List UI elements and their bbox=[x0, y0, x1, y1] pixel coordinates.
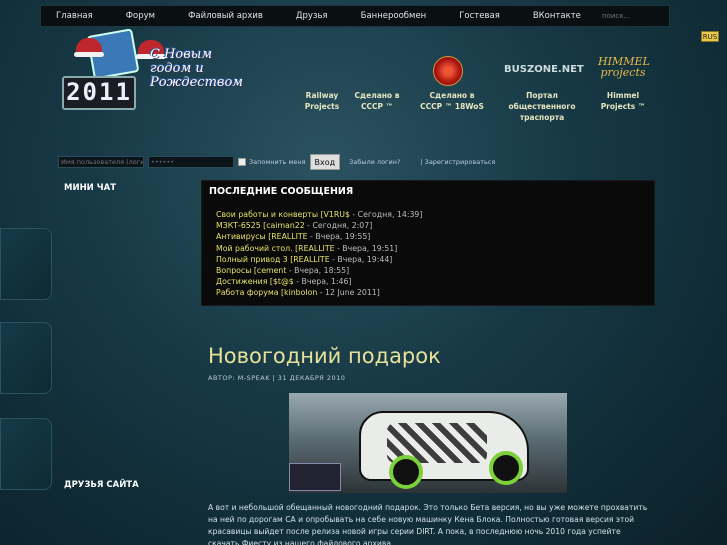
search-input[interactable] bbox=[599, 9, 661, 23]
message-time: - Вчера, 19:51] bbox=[334, 243, 398, 253]
message-author-link[interactable]: [REALLITE bbox=[295, 244, 334, 253]
message-author-link[interactable]: [REALLITE bbox=[290, 255, 329, 264]
partner-label: Сделано в СССР ™ 18WoS bbox=[420, 91, 484, 111]
message-topic-link[interactable]: Полный привод 3 bbox=[216, 255, 288, 264]
message-time: - 12 June 2011] bbox=[317, 288, 380, 298]
search-wrap bbox=[599, 9, 661, 23]
message-time: - Сегодня, 14:39] bbox=[349, 210, 423, 219]
nav-home[interactable]: Главная bbox=[56, 11, 93, 21]
register-link[interactable]: | Зарегистрироваться bbox=[420, 158, 495, 166]
message-time: - Вчера, 18:55] bbox=[286, 265, 350, 275]
article-meta: АВТОР: M-SPEAK | 31 ДЕКАБРЯ 2010 bbox=[208, 374, 346, 382]
article-title[interactable]: Новогодний подарок bbox=[208, 344, 441, 368]
partner-made-in-ussr[interactable]: Сделано в СССР ™ bbox=[350, 90, 404, 112]
list-item: Достижения [$t@$ - Вчера, 1:46] bbox=[216, 276, 646, 287]
list-item: МЗКТ-6525 [caiman22 - Сегодня, 2:07] bbox=[216, 220, 646, 231]
password-input[interactable] bbox=[148, 156, 234, 168]
message-topic-link[interactable]: Достижения bbox=[216, 277, 267, 286]
message-topic-link[interactable]: Работа форума bbox=[216, 288, 279, 297]
message-topic-link[interactable]: Антивирусы bbox=[216, 232, 266, 241]
message-time: - Вчера, 1:46] bbox=[293, 277, 352, 287]
partner-links: Railway Projects Сделано в СССР ™ Сделан… bbox=[292, 52, 672, 122]
message-topic-link[interactable]: Мой рабочий стол. bbox=[216, 244, 293, 253]
message-author-link[interactable]: [caiman22 bbox=[263, 221, 305, 230]
partner-transport-portal[interactable]: Портал общественного траспорта bbox=[494, 90, 590, 123]
nav-friends[interactable]: Друзья bbox=[296, 11, 328, 21]
remember-label: Запомнить меня bbox=[249, 158, 306, 166]
article-image[interactable] bbox=[289, 393, 567, 493]
partner-made-in-ussr-18wos[interactable]: Сделано в СССР ™ 18WoS bbox=[420, 90, 484, 112]
message-author-link[interactable]: [REALLITE bbox=[268, 232, 307, 241]
message-author-link[interactable]: [cement bbox=[254, 266, 287, 275]
minichat-title: МИНИ ЧАТ bbox=[64, 183, 117, 193]
buszone-logo[interactable]: BUSZONE.NET bbox=[504, 64, 584, 78]
latest-messages-panel: ПОСЛЕДНИЕ СООБЩЕНИЯ Свои работы и конвер… bbox=[201, 180, 655, 306]
side-banner-art bbox=[3, 245, 6, 255]
message-topic-link[interactable]: Вопросы bbox=[216, 266, 251, 275]
message-list: Свои работы и конверты [V1RU$ - Сегодня,… bbox=[216, 209, 646, 299]
message-time: - Вчера, 19:55] bbox=[307, 232, 371, 242]
login-button[interactable]: Вход bbox=[309, 154, 341, 170]
partner-railway-projects[interactable]: Railway Projects bbox=[300, 90, 344, 112]
image-site-logo bbox=[289, 463, 341, 491]
nav-forum[interactable]: Форум bbox=[126, 11, 155, 21]
wheel-icon bbox=[489, 451, 523, 485]
partner-himmel-projects[interactable]: Himmel Projects ™ bbox=[596, 90, 650, 112]
list-item: Мой рабочий стол. [REALLITE - Вчера, 19:… bbox=[216, 243, 646, 254]
site-logo[interactable]: 2011 С Новым годом и Рождеством bbox=[58, 28, 254, 116]
partner-label: Railway Projects bbox=[304, 91, 340, 111]
partner-label: Сделано в СССР ™ bbox=[354, 91, 400, 111]
latest-messages-title: ПОСЛЕДНИЕ СООБЩЕНИЯ bbox=[209, 186, 354, 197]
language-badge[interactable]: RUS bbox=[701, 31, 719, 42]
nav-file-archive[interactable]: Файловый архив bbox=[188, 11, 263, 21]
remember-checkbox[interactable] bbox=[238, 158, 246, 166]
side-banner[interactable] bbox=[0, 228, 52, 300]
logo-greeting: С Новым годом и Рождеством bbox=[150, 47, 244, 90]
side-banner[interactable] bbox=[0, 322, 52, 394]
ussr-emblem-icon[interactable] bbox=[433, 56, 463, 86]
nav-banner-exchange[interactable]: Баннерообмен bbox=[361, 11, 427, 21]
logo-year: 2011 bbox=[66, 78, 132, 106]
side-banner-art bbox=[3, 435, 6, 445]
list-item: Полный привод 3 [REALLITE - Вчера, 19:44… bbox=[216, 254, 646, 265]
list-item: Работа форума [kinbolon - 12 June 2011] bbox=[216, 287, 646, 298]
message-author-link[interactable]: [$t@$ bbox=[270, 277, 294, 286]
nav-guestbook[interactable]: Гостевая bbox=[459, 11, 500, 21]
article-body: А вот и небольшой обещанный новогодний п… bbox=[208, 503, 648, 545]
message-topic-link[interactable]: МЗКТ-6525 bbox=[216, 221, 261, 230]
message-time: - Сегодня, 2:07] bbox=[304, 221, 373, 231]
partner-label: Himmel Projects ™ bbox=[600, 91, 646, 111]
santa-hat-icon bbox=[74, 38, 104, 57]
message-topic-link[interactable]: Свои работы и конверты bbox=[216, 210, 318, 219]
wheel-icon bbox=[389, 455, 423, 489]
login-form: Запомнить меня Вход Забыли логин? | Заре… bbox=[58, 154, 498, 170]
nav-vkontakte[interactable]: ВКонтакте bbox=[533, 11, 581, 21]
message-time: - Вчера, 19:44] bbox=[329, 254, 393, 264]
partner-label: Портал общественного траспорта bbox=[508, 91, 576, 122]
top-navigation: Главная Форум Файловый архив Друзья Банн… bbox=[40, 5, 670, 27]
side-banner-art bbox=[3, 339, 6, 349]
himmel-logo[interactable]: HIMMEL projects bbox=[598, 56, 650, 78]
list-item: Вопросы [cement - Вчера, 18:55] bbox=[216, 265, 646, 276]
list-item: Свои работы и конверты [V1RU$ - Сегодня,… bbox=[216, 209, 646, 220]
username-input[interactable] bbox=[58, 156, 144, 168]
forgot-login-link[interactable]: Забыли логин? bbox=[349, 158, 400, 166]
message-author-link[interactable]: [V1RU$ bbox=[320, 210, 349, 219]
message-author-link[interactable]: [kinbolon bbox=[281, 288, 317, 297]
side-banner[interactable] bbox=[0, 418, 52, 490]
friends-title: ДРУЗЬЯ САЙТА bbox=[64, 480, 139, 490]
list-item: Антивирусы [REALLITE - Вчера, 19:55] bbox=[216, 231, 646, 242]
